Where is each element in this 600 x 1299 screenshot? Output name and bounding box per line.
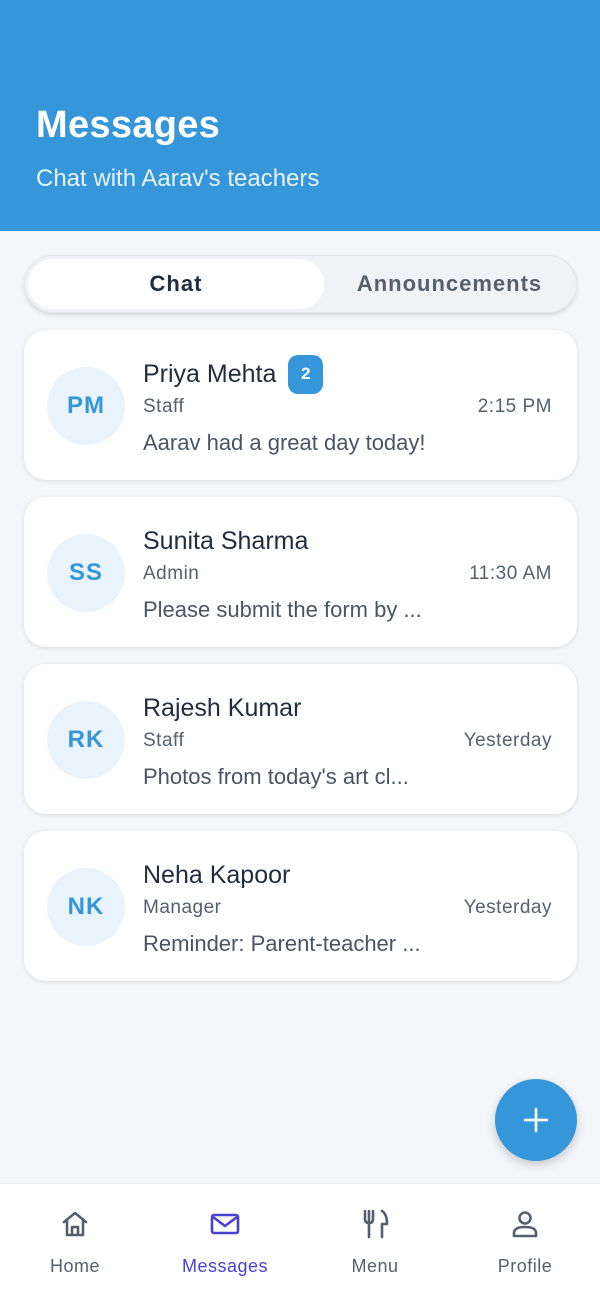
- tab-chat[interactable]: Chat: [28, 259, 324, 309]
- contact-name: Priya Mehta: [143, 359, 277, 388]
- avatar: RK: [47, 701, 125, 779]
- nav-label: Home: [49, 1256, 100, 1276]
- bottom-nav: Home Messages Menu Profile: [0, 1183, 600, 1299]
- fork-knife-icon: [363, 1209, 389, 1239]
- message-time: Yesterday: [463, 730, 552, 751]
- avatar: SS: [47, 534, 125, 612]
- message-time: 2:15 PM: [477, 396, 552, 417]
- contact-role: Admin: [143, 563, 200, 584]
- message-preview: Please submit the form by ...: [143, 597, 422, 622]
- message-preview: Reminder: Parent-teacher ...: [143, 931, 421, 956]
- plus-icon: [523, 1107, 549, 1133]
- home-icon: [62, 1211, 88, 1237]
- tab-switcher: Chat Announcements: [24, 255, 577, 313]
- conversation-card[interactable]: NK Neha Kapoor Manager Yesterday Reminde…: [24, 831, 577, 981]
- mail-icon: [210, 1213, 240, 1235]
- name-row: Neha Kapoor: [143, 855, 290, 895]
- person-icon: [512, 1211, 538, 1238]
- nav-profile[interactable]: Profile: [450, 1184, 600, 1299]
- conversation-card[interactable]: PM Priya Mehta 2 Staff 2:15 PM Aarav had…: [24, 330, 577, 480]
- unread-badge: 2: [288, 354, 324, 394]
- avatar: NK: [47, 868, 125, 946]
- name-row: Sunita Sharma: [143, 521, 308, 561]
- nav-label: Menu: [351, 1256, 399, 1276]
- nav-label: Profile: [497, 1256, 553, 1276]
- nav-messages[interactable]: Messages: [150, 1184, 300, 1299]
- nav-label: Messages: [181, 1256, 269, 1276]
- message-preview: Aarav had a great day today!: [143, 430, 426, 455]
- contact-role: Manager: [143, 897, 222, 918]
- tab-announcements[interactable]: Announcements: [326, 259, 573, 309]
- header: Messages Chat with Aarav's teachers: [0, 0, 600, 231]
- conversation-card[interactable]: RK Rajesh Kumar Staff Yesterday Photos f…: [24, 664, 577, 814]
- new-message-button[interactable]: [495, 1079, 577, 1161]
- page-subtitle: Chat with Aarav's teachers: [36, 165, 320, 192]
- message-time: 11:30 AM: [469, 563, 552, 584]
- message-preview: Photos from today's art cl...: [143, 764, 409, 789]
- name-row: Priya Mehta 2: [143, 354, 324, 394]
- contact-name: Rajesh Kumar: [143, 693, 302, 722]
- page-title: Messages: [36, 104, 221, 146]
- contact-role: Staff: [143, 396, 185, 417]
- message-time: Yesterday: [463, 897, 552, 918]
- contact-role: Staff: [143, 730, 185, 751]
- nav-home[interactable]: Home: [0, 1184, 150, 1299]
- nav-menu[interactable]: Menu: [300, 1184, 450, 1299]
- conversation-card[interactable]: SS Sunita Sharma Admin 11:30 AM Please s…: [24, 497, 577, 647]
- contact-name: Sunita Sharma: [143, 526, 309, 555]
- avatar: PM: [47, 367, 125, 445]
- contact-name: Neha Kapoor: [143, 860, 291, 889]
- name-row: Rajesh Kumar: [143, 688, 301, 728]
